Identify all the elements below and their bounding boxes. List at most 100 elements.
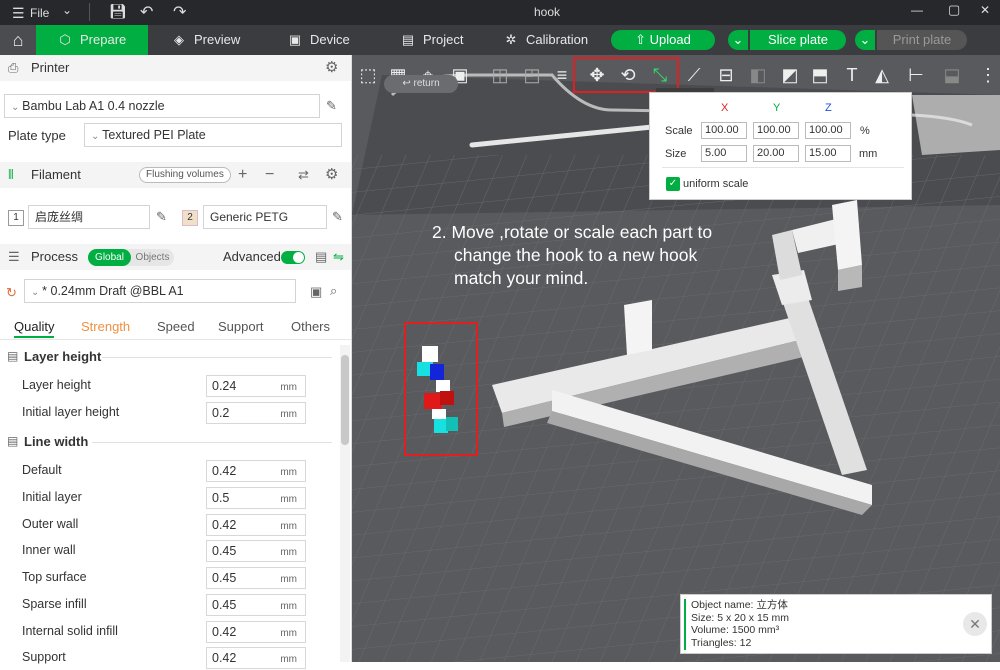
tab-quality[interactable]: Quality — [14, 319, 55, 338]
print-plate-button[interactable]: Print plate — [877, 30, 967, 50]
setting-input[interactable]: 0.42 mm — [206, 647, 306, 669]
cut-icon[interactable]: ⊟ — [714, 63, 738, 87]
tab-strength[interactable]: Strength — [81, 319, 130, 334]
setting-input[interactable]: 0.45 mm — [206, 567, 306, 589]
save-icon[interactable]: 💾︎ — [109, 3, 127, 20]
setting-input[interactable]: 0.42 mm — [206, 621, 306, 643]
tab-calibration[interactable]: ✲ Calibration — [504, 25, 589, 55]
support-paint-icon[interactable]: ◩ — [778, 63, 802, 87]
undo-icon[interactable]: ↶ — [140, 2, 153, 22]
return-button[interactable]: ↩ return — [384, 75, 458, 93]
upload-button[interactable]: ⇧ Upload — [611, 30, 715, 50]
axis-x-label: X — [721, 102, 729, 114]
setting-input[interactable]: 0.42 mm — [206, 514, 306, 536]
gear-icon[interactable]: ⚙ — [325, 162, 338, 188]
scale-x-input[interactable]: 100.00 — [701, 122, 747, 139]
file-menu[interactable]: File — [30, 6, 49, 20]
chevron-down-icon[interactable]: ⌄ — [62, 3, 72, 17]
copy-icon[interactable]: ◫ — [488, 63, 512, 87]
tab-device[interactable]: ▣ Device — [288, 25, 350, 55]
search-icon[interactable]: ⌕ — [330, 283, 337, 299]
close-icon[interactable]: ✕ — [980, 3, 990, 17]
color-paint-icon[interactable]: ◭ — [870, 63, 894, 87]
measure-icon[interactable]: ⊢ — [904, 63, 928, 87]
toggle-global[interactable]: Global — [88, 249, 131, 266]
tab-preview[interactable]: ◈ Preview — [172, 25, 240, 55]
layers-icon[interactable]: ≡ — [550, 63, 574, 87]
assembly-icon[interactable]: ⬓ — [940, 63, 964, 87]
minimize-icon[interactable]: — — [911, 3, 923, 17]
tab-project[interactable]: ▤ Project — [401, 25, 464, 55]
toggle-objects[interactable]: Objects — [131, 249, 174, 266]
scrollbar-thumb[interactable] — [341, 355, 349, 445]
add-object-icon[interactable]: ⬚ — [356, 63, 380, 87]
filament-select[interactable]: 启庞丝绸 — [28, 205, 150, 229]
move-icon[interactable]: ✥ — [585, 63, 609, 87]
print-dropdown-icon[interactable]: ⌄ — [855, 30, 875, 50]
edit-icon[interactable]: ✎ — [332, 209, 343, 225]
sync-icon[interactable]: ⇄ — [298, 162, 309, 188]
paste-icon[interactable]: ◰ — [520, 63, 544, 87]
menu-icon[interactable]: ☰ — [12, 5, 25, 22]
filament-select[interactable]: Generic PETG — [203, 205, 327, 229]
slice-dropdown-icon[interactable]: ⌄ — [728, 30, 748, 50]
title-bar: ☰ File ⌄ 💾︎ ↶ ↷ hook — ▢ ✕ — [0, 0, 1000, 25]
setting-value: 0.42 — [212, 518, 237, 532]
setting-input[interactable]: 0.2 mm — [206, 402, 306, 424]
setting-input[interactable]: 0.24 mm — [206, 375, 306, 397]
size-x-input[interactable]: 5.00 — [701, 145, 747, 162]
scale-icon[interactable]: ⤡ — [648, 63, 672, 87]
setting-input[interactable]: 0.45 mm — [206, 594, 306, 616]
close-icon[interactable]: ✕ — [963, 612, 987, 636]
plate-type-select[interactable]: ⌄ Textured PEI Plate — [84, 123, 342, 147]
scale-z-input[interactable]: 100.00 — [805, 122, 851, 139]
lay-on-face-icon[interactable]: ⟋ — [682, 63, 706, 87]
more-icon[interactable]: ⋮ — [976, 63, 1000, 87]
tab-project-label: Project — [423, 32, 464, 47]
compare-icon[interactable]: ⇋ — [333, 244, 344, 270]
boolean-icon[interactable]: ◧ — [746, 63, 770, 87]
remove-icon[interactable]: − — [265, 162, 274, 188]
scrollbar-track[interactable] — [340, 345, 350, 662]
return-label: return — [413, 78, 440, 89]
tab-prepare[interactable]: ⬡ Prepare — [36, 25, 148, 55]
tab-others[interactable]: Others — [291, 319, 330, 334]
edit-icon[interactable]: ✎ — [326, 98, 337, 114]
home-icon[interactable]: ⌂ — [0, 25, 36, 55]
size-z-input[interactable]: 15.00 — [805, 145, 851, 162]
edit-icon[interactable]: ✎ — [156, 209, 167, 225]
add-icon[interactable]: + — [238, 162, 247, 188]
slice-plate-button[interactable]: Slice plate — [750, 30, 846, 50]
text-icon[interactable]: T — [840, 63, 864, 87]
redo-icon[interactable]: ↷ — [173, 2, 186, 22]
chevron-down-icon: ⌄ — [91, 131, 103, 142]
flushing-volumes-button[interactable]: Flushing volumes — [139, 167, 231, 183]
setting-input[interactable]: 0.42 mm — [206, 460, 306, 482]
scope-toggle[interactable]: Global Objects — [88, 249, 174, 266]
unit-label: mm — [280, 409, 297, 420]
setting-label: Initial layer height — [22, 405, 120, 419]
advanced-toggle[interactable] — [281, 251, 305, 264]
seam-icon[interactable]: ⬒ — [808, 63, 832, 87]
reset-icon[interactable]: ↻ — [6, 285, 17, 301]
scale-y-input[interactable]: 100.00 — [753, 122, 799, 139]
setting-input[interactable]: 0.45 mm — [206, 540, 306, 562]
size-y-input[interactable]: 20.00 — [753, 145, 799, 162]
tab-speed[interactable]: Speed — [157, 319, 195, 334]
gear-icon[interactable]: ⚙ — [325, 55, 338, 81]
divider — [89, 3, 90, 21]
printer-select[interactable]: ⌄ Bambu Lab A1 0.4 nozzle — [4, 94, 320, 118]
line-width-icon: ▤ — [7, 434, 19, 448]
list-icon[interactable]: ▤ — [315, 244, 327, 270]
tab-support[interactable]: Support — [218, 319, 264, 334]
setting-value: 0.42 — [212, 464, 237, 478]
object-info-panel: Object name: 立方体 Size: 5 x 20 x 15 mm Vo… — [680, 594, 992, 654]
setting-value: 0.24 — [212, 379, 237, 393]
setting-input[interactable]: 0.5 mm — [206, 487, 306, 509]
process-preset-select[interactable]: ⌄ * 0.24mm Draft @BBL A1 — [24, 279, 296, 303]
uniform-scale-checkbox[interactable]: ✓ — [666, 177, 680, 191]
maximize-icon[interactable]: ▢ — [948, 2, 960, 18]
rotate-icon[interactable]: ⟲ — [616, 63, 640, 87]
save-icon[interactable]: ▣ — [310, 284, 322, 300]
setting-value: 0.5 — [212, 491, 230, 505]
